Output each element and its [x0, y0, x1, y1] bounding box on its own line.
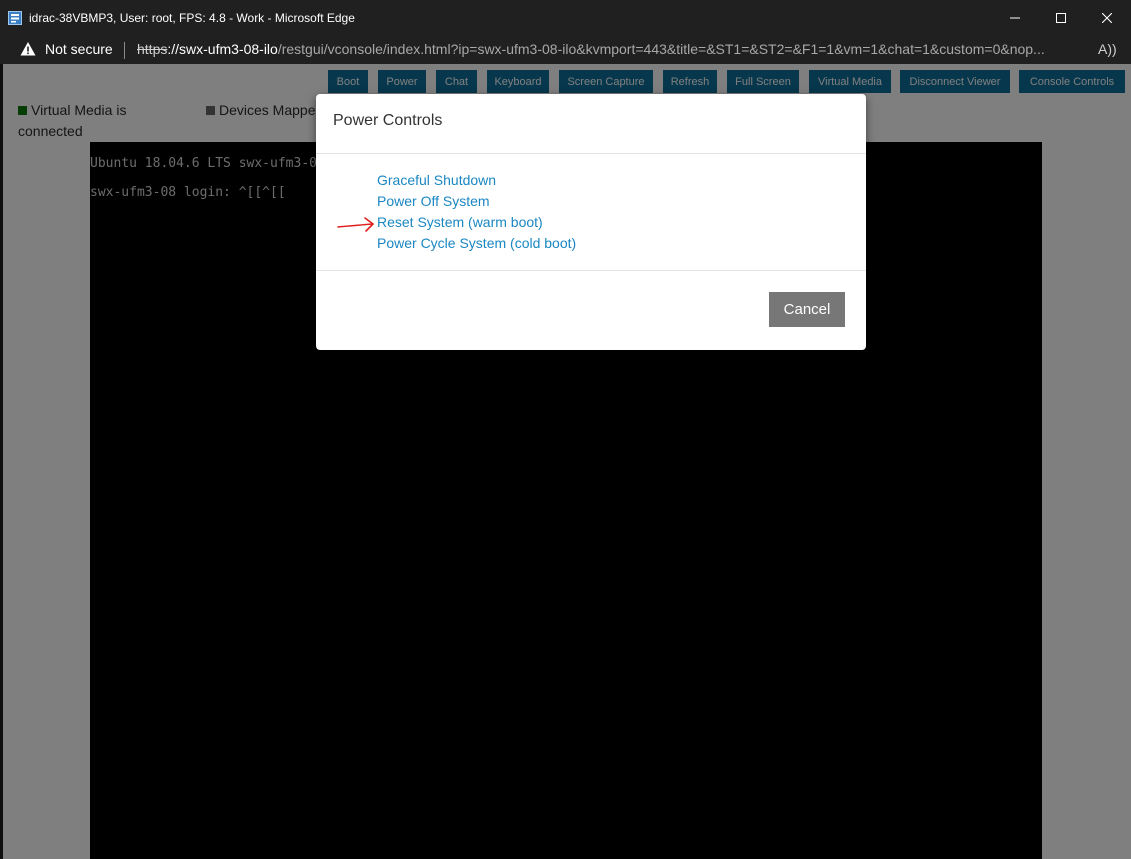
reset-system-link[interactable]: Reset System (warm boot): [377, 214, 543, 230]
power-controls-dialog: Power Controls Graceful Shutdown Power O…: [316, 94, 866, 350]
url-protocol: https: [137, 41, 168, 57]
minimize-icon: [1010, 17, 1020, 19]
power-cycle-system-link[interactable]: Power Cycle System (cold boot): [377, 235, 576, 251]
url-field[interactable]: https://swx-ufm3-08-ilo/restgui/vconsole…: [137, 41, 1087, 57]
maximize-button[interactable]: [1038, 0, 1084, 36]
minimize-button[interactable]: [992, 0, 1038, 36]
close-button[interactable]: [1084, 0, 1130, 36]
window-title-bar: idrac-38VBMP3, User: root, FPS: 4.8 - Wo…: [0, 0, 1131, 36]
read-aloud-icon[interactable]: A)): [1098, 41, 1117, 57]
warning-icon[interactable]: [20, 41, 36, 57]
window-title: idrac-38VBMP3, User: root, FPS: 4.8 - Wo…: [29, 11, 355, 25]
cancel-button[interactable]: Cancel: [769, 292, 845, 327]
security-label[interactable]: Not secure: [45, 41, 113, 57]
close-icon: [1102, 13, 1112, 23]
annotation-arrow-icon: [337, 217, 374, 232]
graceful-shutdown-link[interactable]: Graceful Shutdown: [377, 172, 496, 188]
address-bar[interactable]: Not secure https://swx-ufm3-08-ilo/restg…: [0, 36, 1131, 64]
url-path: /restgui/vconsole/index.html?ip=swx-ufm3…: [277, 41, 1045, 57]
maximize-icon: [1056, 13, 1066, 23]
dialog-header-divider: [316, 153, 866, 154]
url-host: ://swx-ufm3-08-ilo: [167, 41, 278, 57]
dialog-footer-divider: [316, 270, 866, 271]
app-icon: [8, 11, 22, 25]
dialog-title: Power Controls: [333, 112, 443, 129]
power-off-system-link[interactable]: Power Off System: [377, 193, 490, 209]
address-divider: [124, 42, 125, 59]
